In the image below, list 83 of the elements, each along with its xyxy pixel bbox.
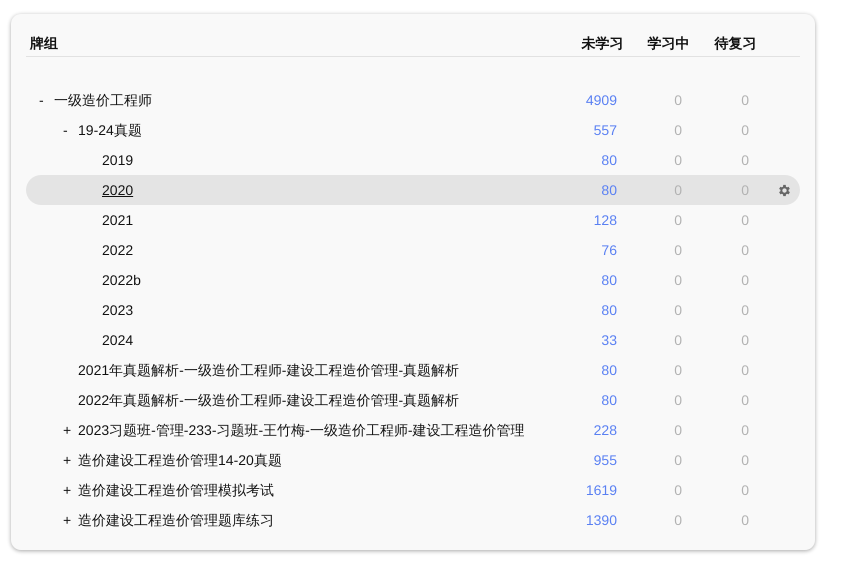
deck-name[interactable]: 2020: [102, 180, 134, 200]
due-count: 0: [741, 122, 749, 138]
new-count: 80: [601, 362, 617, 378]
deck-name[interactable]: 2023习题班-管理-233-习题班-王竹梅-一级造价工程师-建设工程造价管理: [78, 420, 524, 440]
new-count: 1619: [586, 482, 617, 498]
due-count: 0: [741, 332, 749, 348]
deck-row[interactable]: 2024 33 0 0: [26, 325, 800, 355]
learning-count: 0: [674, 452, 682, 468]
collapse-toggle[interactable]: +: [63, 422, 72, 438]
new-count: 80: [601, 182, 617, 198]
deck-name[interactable]: 2023: [102, 300, 134, 320]
deck-name[interactable]: 2022: [102, 240, 134, 260]
deck-name[interactable]: 2019: [102, 150, 134, 170]
deck-row[interactable]: - 一级造价工程师 4909 0 0: [26, 85, 800, 115]
due-count: 0: [741, 512, 749, 528]
learning-count: 0: [674, 512, 682, 528]
learning-count: 0: [674, 92, 682, 108]
deck-row[interactable]: 2019 80 0 0: [26, 145, 800, 175]
column-header: 牌组: [30, 34, 58, 50]
learning-count: 0: [674, 332, 682, 348]
due-count: 0: [741, 212, 749, 228]
deck-row[interactable]: - 19-24真题 557 0 0: [26, 115, 800, 145]
due-count: 0: [741, 92, 749, 108]
deck-row[interactable]: 2022b 80 0 0: [26, 265, 800, 295]
collapse-toggle[interactable]: -: [39, 92, 44, 108]
deck-name[interactable]: 一级造价工程师: [54, 90, 152, 110]
deck-row[interactable]: + 造价建设工程造价管理题库练习 1390 0 0: [26, 505, 800, 535]
new-count: 80: [601, 302, 617, 318]
new-count: 80: [601, 392, 617, 408]
deck-row[interactable]: 2021 128 0 0: [26, 205, 800, 235]
due-count: 0: [741, 302, 749, 318]
new-count: 80: [601, 272, 617, 288]
due-count: 0: [741, 242, 749, 258]
new-count: 33: [601, 332, 617, 348]
learning-count: 0: [674, 272, 682, 288]
deck-row[interactable]: 2021年真题解析-一级造价工程师-建设工程造价管理-真题解析 80 0 0: [26, 355, 800, 385]
new-count: 76: [601, 242, 617, 258]
deck-row[interactable]: 2022年真题解析-一级造价工程师-建设工程造价管理-真题解析 80 0 0: [26, 385, 800, 415]
deck-name[interactable]: 造价建设工程造价管理题库练习: [78, 510, 274, 530]
learning-count: 0: [674, 362, 682, 378]
due-count: 0: [741, 422, 749, 438]
deck-name[interactable]: 2021年真题解析-一级造价工程师-建设工程造价管理-真题解析: [78, 360, 460, 380]
collapse-toggle[interactable]: +: [63, 512, 72, 528]
learning-count: 0: [674, 302, 682, 318]
deck-row[interactable]: 2023 80 0 0: [26, 295, 800, 325]
due-count: 0: [741, 482, 749, 498]
due-count: 0: [741, 272, 749, 288]
column-header: 学习中: [648, 34, 690, 50]
column-header: 待复习: [714, 34, 756, 50]
settings-icon[interactable]: [777, 182, 792, 198]
deck-row[interactable]: 2022 76 0 0: [26, 235, 800, 265]
deck-name[interactable]: 2021: [102, 210, 134, 230]
deck-name[interactable]: 2022年真题解析-一级造价工程师-建设工程造价管理-真题解析: [78, 390, 460, 410]
collapse-toggle[interactable]: -: [63, 122, 68, 138]
new-count: 4909: [586, 92, 617, 108]
collapse-toggle[interactable]: +: [63, 452, 72, 468]
due-count: 0: [741, 452, 749, 468]
deck-name[interactable]: 造价建设工程造价管理模拟考试: [78, 480, 274, 500]
collapse-toggle[interactable]: +: [63, 482, 72, 498]
deck-row[interactable]: + 2023习题班-管理-233-习题班-王竹梅-一级造价工程师-建设工程造价管理 228 0 0: [26, 415, 800, 445]
deck-name[interactable]: 2024: [102, 330, 134, 350]
column-header: 未学习: [582, 34, 624, 50]
learning-count: 0: [674, 392, 682, 408]
learning-count: 0: [674, 122, 682, 138]
learning-count: 0: [674, 152, 682, 168]
deck-name[interactable]: 2022b: [102, 270, 141, 290]
new-count: 80: [601, 152, 617, 168]
deck-row[interactable]: + 造价建设工程造价管理模拟考试 1619 0 0: [26, 475, 800, 505]
learning-count: 0: [674, 212, 682, 228]
due-count: 0: [741, 362, 749, 378]
new-count: 228: [594, 422, 617, 438]
learning-count: 0: [674, 242, 682, 258]
deck-row[interactable]: + 造价建设工程造价管理14-20真题 955 0 0: [26, 445, 800, 475]
deck-name[interactable]: 19-24真题: [78, 120, 142, 140]
due-count: 0: [741, 152, 749, 168]
learning-count: 0: [674, 422, 682, 438]
new-count: 557: [594, 122, 617, 138]
new-count: 1390: [586, 512, 617, 528]
learning-count: 0: [674, 482, 682, 498]
new-count: 128: [594, 212, 617, 228]
deck-name[interactable]: 造价建设工程造价管理14-20真题: [78, 450, 282, 470]
due-count: 0: [741, 392, 749, 408]
new-count: 955: [594, 452, 617, 468]
